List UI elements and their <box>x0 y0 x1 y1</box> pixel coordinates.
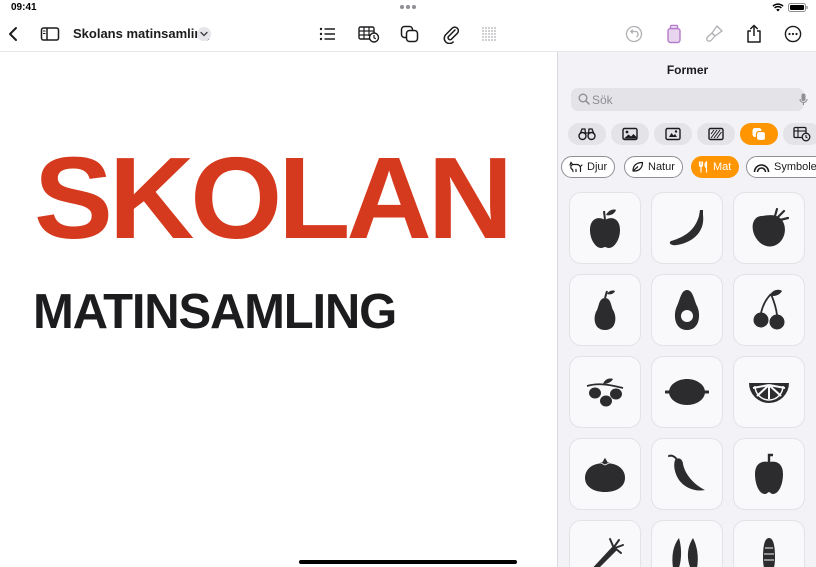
shape-orange-slice[interactable] <box>733 356 805 428</box>
pear-icon <box>594 290 616 330</box>
search-field[interactable] <box>571 88 808 111</box>
undo-icon[interactable] <box>622 22 646 46</box>
photo-icon[interactable] <box>611 123 649 145</box>
chip-label: Natur <box>648 161 675 173</box>
lemon-icon <box>665 379 709 405</box>
shape-lemon[interactable] <box>651 356 723 428</box>
grid-icon[interactable] <box>477 22 501 46</box>
shape-cherries[interactable] <box>733 274 805 346</box>
table-icon[interactable] <box>357 22 381 46</box>
shape-strawberry[interactable] <box>733 192 805 264</box>
search-input[interactable] <box>592 90 782 109</box>
shape-pear[interactable] <box>569 274 641 346</box>
attachment-icon[interactable] <box>439 22 463 46</box>
subcategory-chips: Djur Natur Mat Symboler <box>561 156 816 180</box>
status-time: 09:41 <box>11 2 37 13</box>
brush-icon[interactable] <box>703 22 727 46</box>
avocado-icon <box>674 290 700 330</box>
binoculars-icon[interactable] <box>568 123 606 145</box>
shapes-category-icon[interactable] <box>740 123 778 145</box>
cherries-icon <box>753 289 785 330</box>
subtitle-text[interactable]: MATINSAMLING <box>33 288 397 337</box>
shape-apple[interactable] <box>569 192 641 264</box>
chip-djur[interactable]: Djur <box>561 156 616 178</box>
shape-corn[interactable] <box>733 520 805 567</box>
olives-icon <box>586 378 624 407</box>
shape-tomato[interactable] <box>569 438 641 510</box>
sidebar-icon[interactable] <box>38 22 62 46</box>
tomato-icon <box>585 456 625 492</box>
home-indicator[interactable] <box>299 560 517 564</box>
texture-icon[interactable] <box>697 123 735 145</box>
search-icon <box>578 93 590 105</box>
shape-olives[interactable] <box>569 356 641 428</box>
shape-carrot[interactable] <box>569 520 641 567</box>
toolbar: Skolans matinsamling <box>0 16 816 52</box>
bell-pepper-icon <box>755 453 783 494</box>
shape-pea-pods[interactable] <box>651 520 723 567</box>
shapes-panel: Former Djur Natur <box>557 52 816 567</box>
shape-bell-pepper[interactable] <box>733 438 805 510</box>
chip-mat[interactable]: Mat <box>691 156 740 178</box>
orange-slice-icon <box>749 383 789 403</box>
animal-icon <box>569 161 583 173</box>
format-icon[interactable] <box>662 22 686 46</box>
multitasking-dots-icon[interactable] <box>400 5 418 10</box>
fork-knife-icon <box>698 161 708 173</box>
list-icon[interactable] <box>316 22 340 46</box>
battery-icon <box>788 3 808 12</box>
apple-icon <box>590 209 620 248</box>
carrot-icon <box>593 538 624 567</box>
microphone-icon[interactable] <box>799 93 808 106</box>
banana-icon <box>669 210 704 246</box>
shape-banana[interactable] <box>651 192 723 264</box>
shapes-icon[interactable] <box>398 22 422 46</box>
title-menu-chevron-icon[interactable] <box>197 27 211 41</box>
table-category-icon[interactable] <box>783 123 816 145</box>
media-icon[interactable] <box>654 123 692 145</box>
chip-label: Djur <box>587 161 608 173</box>
chip-label: Symboler <box>774 161 816 173</box>
corn-icon <box>763 538 775 567</box>
chili-pepper-icon <box>668 454 705 491</box>
category-bar <box>568 123 816 147</box>
more-icon[interactable] <box>781 22 805 46</box>
chip-label: Mat <box>713 161 732 173</box>
title-text[interactable]: SKOLAN <box>34 140 513 256</box>
back-chevron-icon[interactable] <box>2 22 26 46</box>
shape-avocado[interactable] <box>651 274 723 346</box>
panel-title: Former <box>666 63 709 77</box>
status-bar: 09:41 <box>0 0 816 16</box>
share-icon[interactable] <box>742 22 766 46</box>
document-canvas[interactable]: SKOLAN MATINSAMLING <box>0 52 557 567</box>
pea-pods-icon <box>672 538 698 567</box>
leaf-icon <box>632 161 644 172</box>
shape-chili-pepper[interactable] <box>651 438 723 510</box>
wifi-icon <box>772 3 784 12</box>
document-title[interactable]: Skolans matinsamling <box>73 26 210 41</box>
chip-natur[interactable]: Natur <box>624 156 683 178</box>
chip-symboler[interactable]: Symboler <box>746 156 816 178</box>
rainbow-icon <box>753 163 770 172</box>
strawberry-icon <box>752 207 790 247</box>
